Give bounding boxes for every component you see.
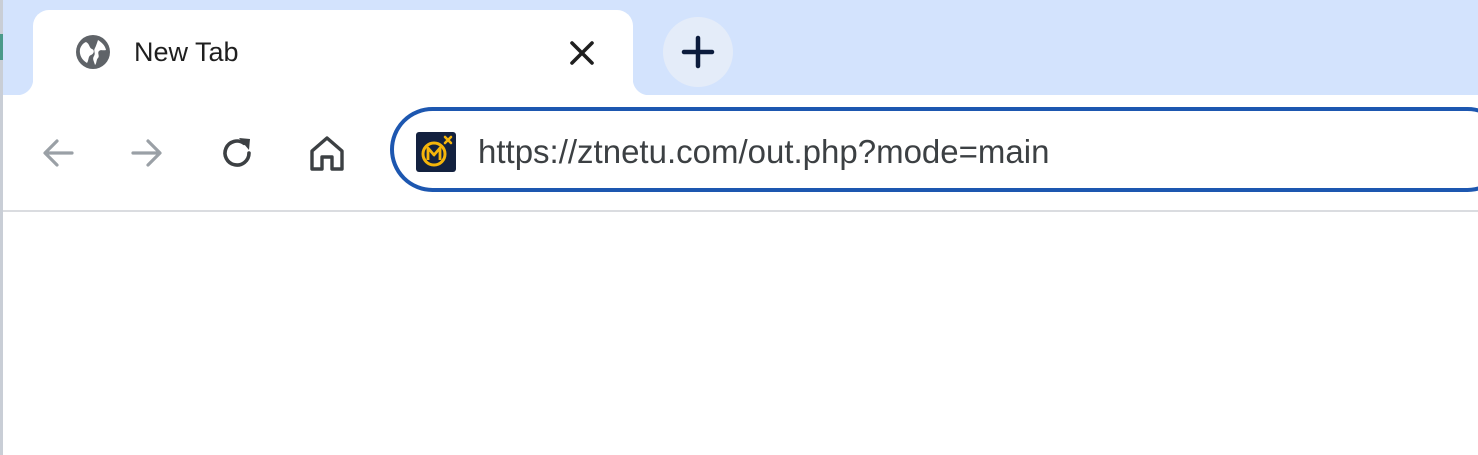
reload-icon[interactable] <box>215 131 259 175</box>
home-icon[interactable] <box>305 131 349 175</box>
window-edge-marker <box>0 34 3 60</box>
arrow-forward-icon[interactable] <box>125 131 169 175</box>
window-left-edge <box>0 0 3 455</box>
arrow-back-icon[interactable] <box>36 131 80 175</box>
tab-strip: New Tab <box>0 0 1478 95</box>
site-logo-icon <box>416 132 456 172</box>
globe-icon <box>75 34 111 70</box>
url-text[interactable]: https://ztnetu.com/out.php?mode=main <box>478 133 1049 171</box>
toolbar: https://ztnetu.com/out.php?mode=main <box>0 95 1478 210</box>
page-content <box>0 212 1478 455</box>
address-bar[interactable]: https://ztnetu.com/out.php?mode=main <box>390 107 1478 192</box>
tab-title: New Tab <box>134 37 239 67</box>
close-icon[interactable] <box>567 38 597 68</box>
tab-new-tab[interactable]: New Tab <box>17 10 649 95</box>
new-tab-button[interactable] <box>663 17 733 87</box>
